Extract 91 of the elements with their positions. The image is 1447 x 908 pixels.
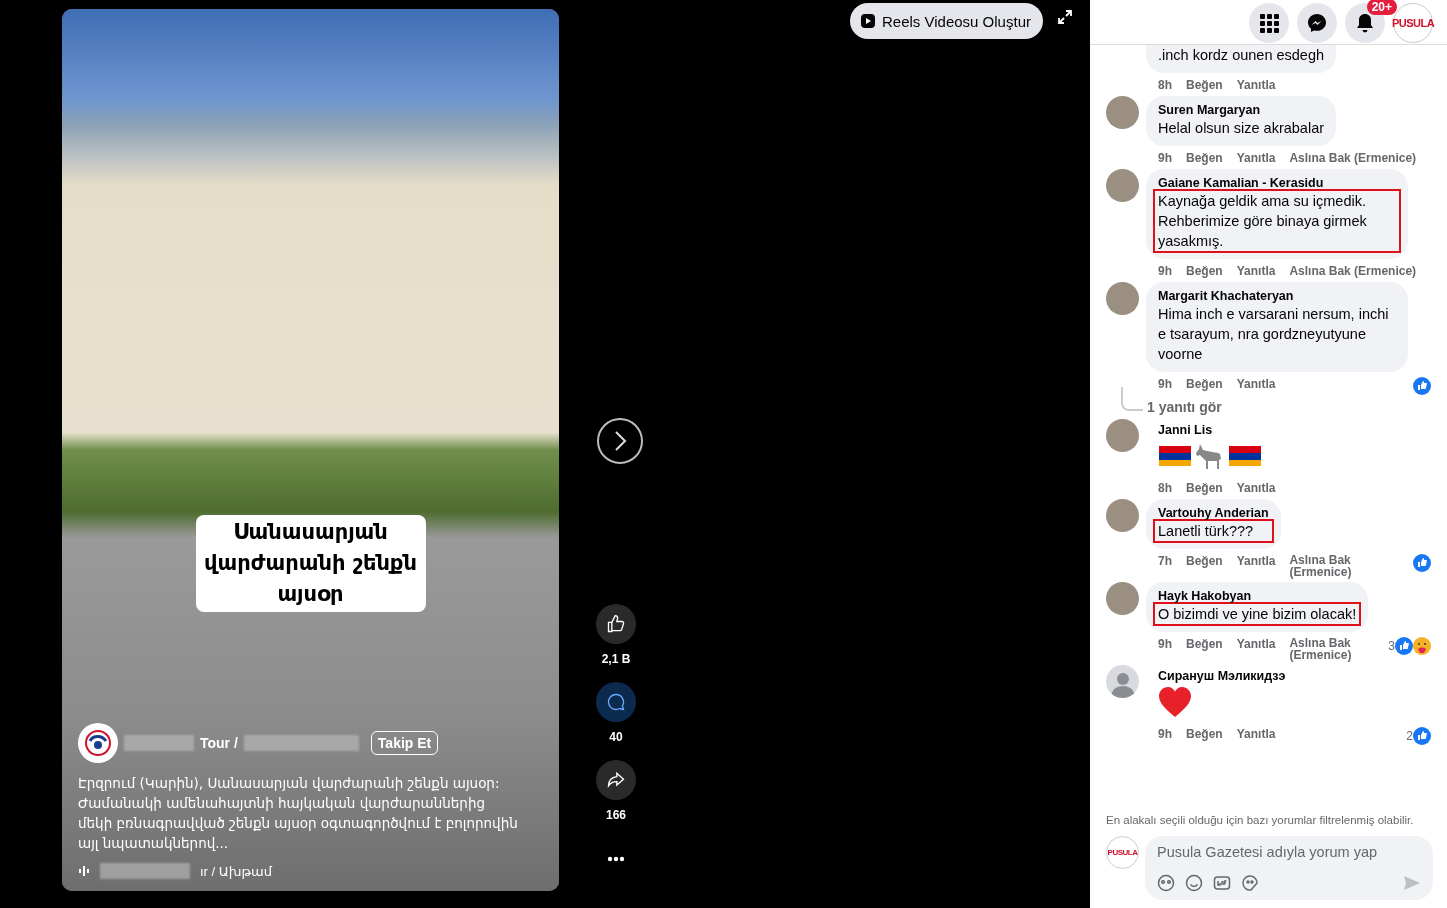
video-description: Էրզրում (Կարին), Սանասարյան վարժարանի շենքն այսօր: Ժամանակի ամենահայտնի հայկական վարժարաններից մեկի բռնագրավված շենքն այսօր օգտագործվում է բոլորովին այլ նպատակներով... <box>78 774 518 853</box>
comment-author[interactable]: Suren Margaryan <box>1158 103 1325 117</box>
like-link[interactable]: Beğen <box>1186 727 1223 741</box>
like-link[interactable]: Beğen <box>1186 151 1223 165</box>
avatar-sticker-icon[interactable] <box>1157 874 1175 892</box>
like-link[interactable]: Beğen <box>1186 377 1223 391</box>
speech-bubble-icon[interactable] <box>606 692 626 712</box>
reaction-count: 2 <box>1406 729 1413 743</box>
reply-link[interactable]: Yanıtla <box>1236 377 1276 391</box>
flag-icon <box>1228 445 1262 467</box>
audio-title: ır / Ախթամ <box>200 863 272 879</box>
care-reaction-icon <box>1413 637 1431 655</box>
bell-icon[interactable] <box>1356 13 1374 33</box>
comment-text: Helal olsun size akrabalar <box>1157 119 1326 138</box>
comment-author[interactable]: Gaiane Kamalian - Kerasidu <box>1158 176 1396 190</box>
profile-avatar[interactable]: PUSULA <box>1393 3 1433 43</box>
filter-note: En alakalı seçili olduğu için bazı yorumlar filtrelenmiş olabilir. <box>1105 813 1415 826</box>
like-reaction-icon <box>1395 637 1413 655</box>
comment-text: Hima inch e varsarani nersum, inchi e tsarayum, nra gordzneyutyune voorne <box>1157 305 1390 364</box>
comment-time: 9h <box>1158 637 1172 651</box>
page-name[interactable]: Tour / <box>200 735 238 751</box>
comment-button[interactable] <box>596 682 636 722</box>
translate-link[interactable]: Aslına Bak (Ermenice) <box>1289 554 1356 578</box>
like-link[interactable]: Beğen <box>1186 637 1223 651</box>
gif-icon[interactable] <box>1213 874 1231 892</box>
reply-link[interactable]: Yanıtla <box>1236 554 1276 568</box>
comment-time: 9h <box>1158 264 1172 278</box>
flag-icon <box>1158 445 1192 467</box>
reply-link[interactable]: Yanıtla <box>1236 727 1276 741</box>
avatar-photo-placeholder[interactable] <box>1106 282 1139 315</box>
messenger-icon[interactable] <box>1297 3 1337 43</box>
redacted-block <box>124 735 194 751</box>
like-link[interactable]: Beğen <box>1186 264 1223 278</box>
thread-line <box>1121 387 1143 411</box>
like-button[interactable] <box>596 604 636 644</box>
next-button[interactable] <box>597 418 643 464</box>
translate-link[interactable]: Aslına Bak (Ermenice) <box>1289 637 1356 661</box>
comment-time: 8h <box>1158 481 1172 495</box>
comment-text: O bizimdi ve yine bizim olacak! <box>1153 602 1362 626</box>
avatar-photo-placeholder[interactable] <box>1106 419 1139 452</box>
comment-time: 9h <box>1158 727 1172 741</box>
like-link[interactable]: Beğen <box>1186 78 1223 92</box>
comment-input-field[interactable]: Pusula Gazetesi adıyla yorum yap <box>1157 844 1421 860</box>
avatar-photo-placeholder[interactable] <box>1106 96 1139 129</box>
action-count: 2,1 B <box>601 652 631 666</box>
comment-text: .inch kordz ounen esdegh <box>1157 46 1326 65</box>
video-caption: Սանասարյան վարժարանի շենքն այսօր <box>195 515 426 612</box>
avatar-photo-placeholder[interactable] <box>1106 169 1139 202</box>
play-icon[interactable] <box>860 13 876 29</box>
reply-link[interactable]: Yanıtla <box>1236 481 1276 495</box>
action-count: 166 <box>606 808 626 822</box>
comment-time: 9h <box>1158 151 1172 165</box>
translate-link[interactable]: Aslına Bak (Ermenice) <box>1289 151 1417 165</box>
comment-author[interactable]: Hayk Hakobyan <box>1158 589 1357 603</box>
notification-badge: 20+ <box>1366 0 1397 15</box>
follow-button[interactable]: Takip Et <box>370 731 439 755</box>
view-replies-link[interactable]: 1 yanıtı gör <box>1147 399 1222 415</box>
avatar-photo-placeholder[interactable] <box>1106 582 1139 615</box>
reply-link[interactable]: Yanıtla <box>1236 78 1276 92</box>
comment-time: 9h <box>1158 377 1172 391</box>
like-reaction-icon <box>1413 554 1431 572</box>
like-link[interactable]: Beğen <box>1186 554 1223 568</box>
comment-author[interactable]: Сирануш Мэликидзэ <box>1158 669 1286 683</box>
menu-icon[interactable] <box>1249 3 1289 43</box>
reply-link[interactable]: Yanıtla <box>1236 264 1276 278</box>
avatar-photo-placeholder[interactable] <box>1106 499 1139 532</box>
reply-link[interactable]: Yanıtla <box>1236 151 1276 165</box>
like-link[interactable]: Beğen <box>1186 481 1223 495</box>
like-reaction-icon <box>1413 377 1431 395</box>
comment-time: 7h <box>1158 554 1172 568</box>
comment-author[interactable]: Janni Lis <box>1158 423 1262 437</box>
share-button[interactable] <box>596 760 636 800</box>
reaction-count: 3 <box>1388 639 1395 653</box>
audio-wave-icon <box>78 865 90 877</box>
heart-icon <box>1158 686 1192 718</box>
comment-text: Kaynağa geldik ama su içmedik. Rehberimize göre binaya girmek yasakmış. <box>1153 189 1401 253</box>
create-reel-button[interactable]: Reels Videosu Oluştur <box>850 3 1043 39</box>
profile-avatar[interactable]: PUSULA <box>1106 836 1139 869</box>
comment-author[interactable]: Margarit Khachateryan <box>1158 289 1396 303</box>
like-reaction-icon <box>1413 727 1431 745</box>
default-avatar-icon[interactable] <box>1106 665 1139 698</box>
action-count: 40 <box>609 730 623 744</box>
sticker-icon[interactable] <box>1241 874 1259 892</box>
reply-link[interactable]: Yanıtla <box>1236 637 1276 651</box>
comment-text: Lanetli türk??? <box>1153 519 1274 543</box>
comment-author[interactable]: Vartouhy Anderian <box>1158 506 1269 520</box>
translate-link[interactable]: Aslına Bak (Ermenice) <box>1289 264 1417 278</box>
share-arrow-icon[interactable] <box>606 770 626 790</box>
emoji-icon[interactable] <box>1185 874 1203 892</box>
comment-time: 8h <box>1158 78 1172 92</box>
thumbs-up-icon[interactable] <box>606 614 626 634</box>
